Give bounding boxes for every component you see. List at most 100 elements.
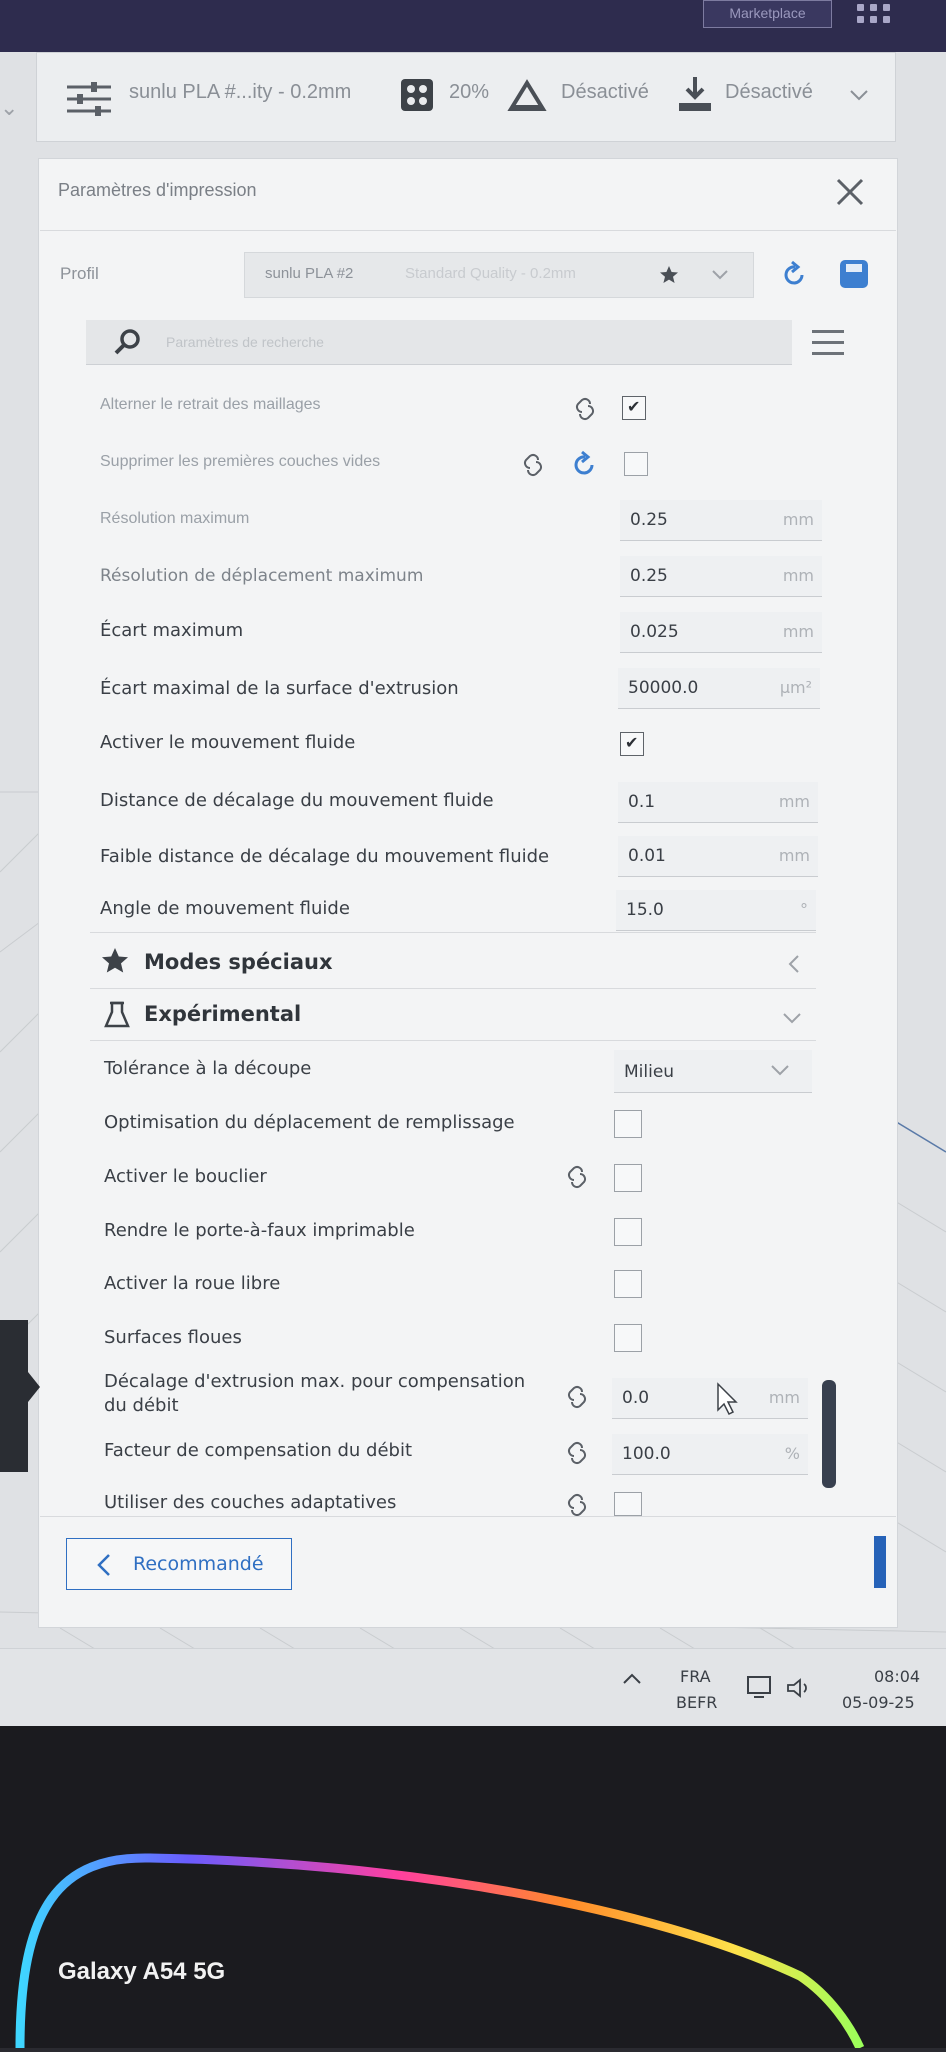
checkbox[interactable]: ✔: [620, 732, 644, 756]
field-value: 0.25: [630, 510, 668, 530]
marketplace-button[interactable]: Marketplace: [703, 0, 832, 28]
reset-icon[interactable]: [570, 450, 600, 480]
undo-icon[interactable]: [780, 260, 810, 290]
side-panel-handle[interactable]: [0, 1320, 28, 1472]
setting-label: Décalage d'extrusion max. pour compensat…: [104, 1371, 526, 1416]
chevron-down-icon[interactable]: [849, 89, 869, 103]
recommended-button[interactable]: Recommandé: [66, 1538, 292, 1590]
search-placeholder: Paramètres de recherche: [166, 334, 324, 350]
field-unit: mm: [782, 622, 814, 641]
keyboard-layout[interactable]: BEFR: [676, 1693, 717, 1712]
setting-label: Facteur de compensation du débit: [104, 1440, 413, 1461]
field-value: 0.1: [628, 792, 656, 812]
star-icon[interactable]: [659, 265, 679, 285]
field-unit: mm: [778, 792, 810, 811]
checkbox[interactable]: [614, 1110, 642, 1138]
viewport-scroll-indicator[interactable]: [874, 1536, 886, 1588]
value-field[interactable]: 100.0 %: [612, 1434, 808, 1475]
divider: [90, 988, 816, 989]
chevron-up-icon[interactable]: [622, 1671, 642, 1685]
adhesion-value: Désactivé: [725, 81, 813, 103]
value-field[interactable]: 0.1 mm: [618, 782, 818, 823]
close-icon[interactable]: [830, 172, 870, 212]
flask-icon: [104, 1001, 130, 1028]
adhesion-icon: [679, 77, 711, 111]
chevron-left-icon[interactable]: [782, 952, 806, 976]
field-unit: %: [784, 1444, 800, 1463]
section-experimental[interactable]: Expérimental: [144, 1002, 301, 1026]
link-icon[interactable]: [562, 1162, 592, 1192]
profile-quality: Standard Quality - 0.2mm: [405, 265, 576, 282]
value-field[interactable]: 0.0 mm: [612, 1378, 808, 1419]
profile-label: Profil: [60, 264, 99, 283]
divider: [90, 1040, 816, 1041]
checkbox[interactable]: [614, 1164, 642, 1192]
field-value: 0.025: [630, 622, 679, 642]
clock-time[interactable]: 08:04: [874, 1667, 920, 1686]
clock-date[interactable]: 05-09-25: [842, 1693, 915, 1712]
value-field[interactable]: 50000.0 µm²: [618, 668, 820, 709]
speaker-icon[interactable]: [786, 1677, 812, 1699]
field-unit: mm: [782, 566, 814, 585]
value-field[interactable]: 0.25 mm: [620, 500, 822, 541]
setting-label: Écart maximum: [100, 620, 244, 641]
checkbox[interactable]: [614, 1270, 642, 1298]
setting-label: Activer le mouvement fluide: [100, 732, 356, 753]
field-value: 0.0: [622, 1388, 650, 1408]
field-value: 0.25: [630, 566, 668, 586]
settings-scrollbar[interactable]: [822, 1380, 836, 1488]
checkbox[interactable]: [624, 452, 648, 476]
device-watermark: Galaxy A54 5G: [58, 1958, 226, 1985]
field-unit: µm²: [779, 678, 812, 697]
checkbox[interactable]: ✔: [622, 396, 646, 420]
menu-icon[interactable]: [812, 330, 844, 360]
setting-label: Distance de décalage du mouvement fluide: [100, 790, 494, 811]
divider: [40, 1516, 896, 1517]
link-icon[interactable]: [562, 1438, 592, 1468]
support-icon: [507, 79, 547, 111]
checkbox[interactable]: [614, 1218, 642, 1246]
settings-search[interactable]: Paramètres de recherche: [86, 320, 792, 365]
chevron-down-icon[interactable]: ⌄: [0, 96, 20, 121]
infill-value: 20%: [449, 81, 490, 103]
divider: [40, 230, 896, 231]
setting-label: Résolution maximum: [100, 510, 250, 527]
search-icon: [114, 329, 140, 355]
link-icon[interactable]: [518, 450, 548, 480]
chevron-down-icon[interactable]: [780, 1006, 804, 1030]
profile-summary: sunlu PLA #...ity - 0.2mm: [129, 81, 352, 103]
field-unit: mm: [782, 510, 814, 529]
setting-label: Alterner le retrait des maillages: [100, 396, 321, 413]
print-settings-header[interactable]: sunlu PLA #...ity - 0.2mm 20% Désactivé …: [36, 52, 896, 142]
setting-label: Faible distance de décalage du mouvement…: [100, 846, 550, 867]
rgb-light-strip: [15, 1853, 865, 2050]
field-unit: mm: [768, 1388, 800, 1407]
value-field[interactable]: 0.025 mm: [620, 612, 822, 653]
windows-taskbar: FRA BEFR 08:04 05-09-25: [0, 1648, 946, 1727]
apps-grid-icon[interactable]: [855, 2, 895, 26]
value-field[interactable]: 0.25 mm: [620, 556, 822, 597]
field-value: 15.0: [626, 900, 664, 920]
checkbox[interactable]: [614, 1492, 642, 1516]
profile-select[interactable]: sunlu PLA #2 Standard Quality - 0.2mm: [244, 252, 754, 298]
network-icon[interactable]: [746, 1673, 776, 1703]
value-field[interactable]: 0.01 mm: [618, 836, 818, 877]
value-field[interactable]: 15.0 °: [616, 890, 816, 931]
chevron-down-icon[interactable]: [711, 269, 729, 281]
link-icon[interactable]: [570, 394, 600, 424]
field-unit: °: [800, 900, 808, 919]
dropdown-select[interactable]: Milieu: [614, 1050, 812, 1093]
input-language[interactable]: FRA: [680, 1667, 711, 1686]
chevron-left-icon: [97, 1554, 110, 1576]
checkbox[interactable]: [614, 1324, 642, 1352]
chevron-down-icon: [771, 1065, 789, 1076]
panel-title: Paramètres d'impression: [58, 180, 257, 200]
link-icon[interactable]: [562, 1382, 592, 1412]
dropdown-value: Milieu: [624, 1062, 675, 1082]
field-value: 0.01: [628, 846, 666, 866]
section-special-modes[interactable]: Modes spéciaux: [144, 950, 333, 974]
save-icon[interactable]: [838, 258, 870, 290]
divider: [90, 932, 816, 933]
chevron-left-icon: [28, 1372, 40, 1402]
setting-label: Rendre le porte-à-faux imprimable: [104, 1220, 415, 1241]
